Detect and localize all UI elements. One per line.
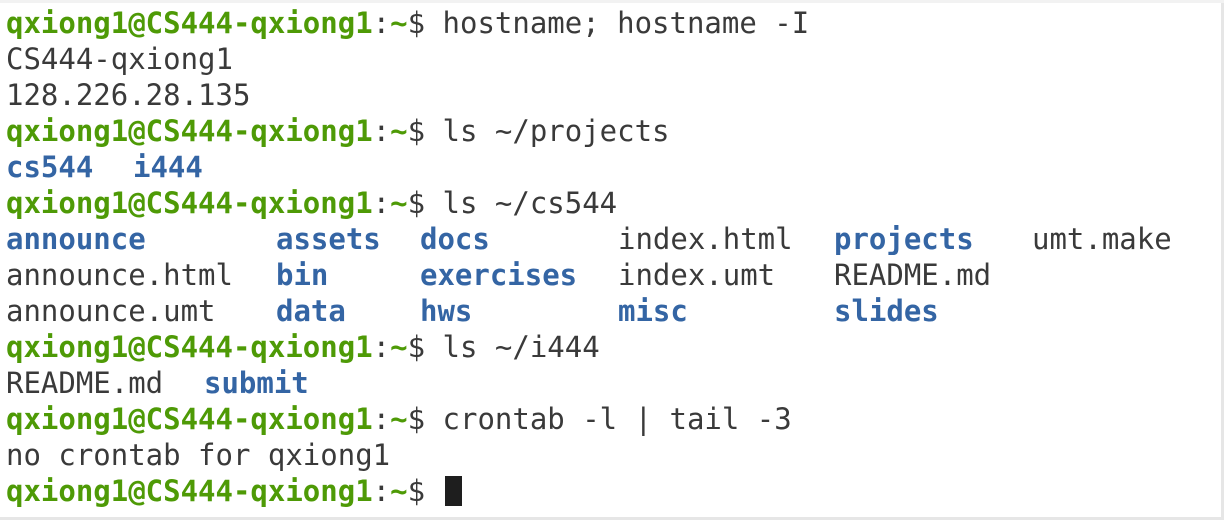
file-entry: README.md	[834, 258, 992, 292]
prompt-cwd: ~	[390, 402, 408, 436]
command-text: hostname; hostname -I	[442, 6, 810, 40]
prompt-cwd: ~	[390, 474, 408, 508]
prompt-line-3: qxiong1@CS444-qxiong1:~$ ls ~/cs544	[6, 185, 617, 221]
prompt-colon: :	[372, 6, 391, 40]
prompt-line-2: qxiong1@CS444-qxiong1:~$ ls ~/projects	[6, 113, 670, 149]
prompt-user-host: qxiong1@CS444-qxiong1	[6, 402, 373, 436]
prompt-symbol: $	[407, 114, 426, 148]
prompt-cwd: ~	[390, 6, 408, 40]
prompt-colon: :	[372, 474, 391, 508]
file-entry: README.md	[6, 366, 164, 400]
output-line: no crontab for qxiong1	[6, 438, 391, 472]
listing-row-projects: cs544 i444	[6, 149, 203, 185]
prompt-user-host: qxiong1@CS444-qxiong1	[6, 474, 373, 508]
dir-entry: submit	[204, 366, 309, 400]
dir-entry: exercises	[420, 258, 578, 292]
prompt-colon: :	[372, 330, 391, 364]
listing-row-i444: README.md submit	[6, 365, 309, 401]
terminal-window[interactable]: qxiong1@CS444-qxiong1:~$ hostname; hostn…	[0, 0, 1224, 520]
prompt-symbol: $	[407, 330, 426, 364]
prompt-symbol: $	[407, 402, 426, 436]
command-text: crontab -l | tail -3	[442, 402, 792, 436]
prompt-line-1: qxiong1@CS444-qxiong1:~$ hostname; hostn…	[6, 5, 809, 41]
prompt-colon: :	[372, 114, 391, 148]
prompt-user-host: qxiong1@CS444-qxiong1	[6, 330, 373, 364]
prompt-cwd: ~	[390, 114, 408, 148]
command-text: ls ~/cs544	[442, 186, 618, 220]
prompt-colon: :	[372, 186, 391, 220]
command-text: ls ~/i444	[442, 330, 600, 364]
prompt-symbol: $	[407, 186, 426, 220]
top-border	[0, 0, 1224, 3]
file-entry: index.umt	[618, 258, 776, 292]
file-entry: announce.html	[6, 258, 233, 292]
prompt-line-5: qxiong1@CS444-qxiong1:~$ crontab -l | ta…	[6, 401, 792, 437]
file-entry: index.html	[618, 222, 793, 256]
prompt-symbol: $	[407, 474, 426, 508]
file-entry: announce.umt	[6, 294, 216, 328]
prompt-line-4: qxiong1@CS444-qxiong1:~$ ls ~/i444	[6, 329, 600, 365]
output-line: CS444-qxiong1	[6, 42, 233, 76]
dir-entry: misc	[618, 294, 688, 328]
file-entry: umt.make	[1032, 222, 1172, 256]
dir-entry: bin	[276, 258, 329, 292]
dir-entry: announce	[6, 222, 146, 256]
terminal-cursor[interactable]	[444, 476, 462, 506]
dir-entry: cs544	[6, 150, 94, 184]
dir-entry: assets	[276, 222, 381, 256]
output-line: 128.226.28.135	[6, 78, 251, 112]
listing-row-cs544-3: announce.umt data hws misc slides	[6, 293, 939, 329]
prompt-user-host: qxiong1@CS444-qxiong1	[6, 186, 373, 220]
dir-entry: data	[276, 294, 346, 328]
prompt-symbol: $	[407, 6, 426, 40]
dir-entry: hws	[420, 294, 473, 328]
listing-row-cs544-2: announce.html bin exercises index.umt RE…	[6, 257, 991, 293]
prompt-user-host: qxiong1@CS444-qxiong1	[6, 6, 373, 40]
dir-entry: i444	[133, 150, 203, 184]
prompt-cwd: ~	[390, 186, 408, 220]
prompt-line-active[interactable]: qxiong1@CS444-qxiong1:~$	[6, 473, 462, 509]
prompt-colon: :	[372, 402, 391, 436]
dir-entry: slides	[834, 294, 939, 328]
dir-entry: docs	[420, 222, 490, 256]
prompt-user-host: qxiong1@CS444-qxiong1	[6, 114, 373, 148]
command-text: ls ~/projects	[442, 114, 670, 148]
listing-row-cs544-1: announce assets docs index.html projects…	[6, 221, 1172, 257]
dir-entry: projects	[834, 222, 974, 256]
prompt-cwd: ~	[390, 330, 408, 364]
